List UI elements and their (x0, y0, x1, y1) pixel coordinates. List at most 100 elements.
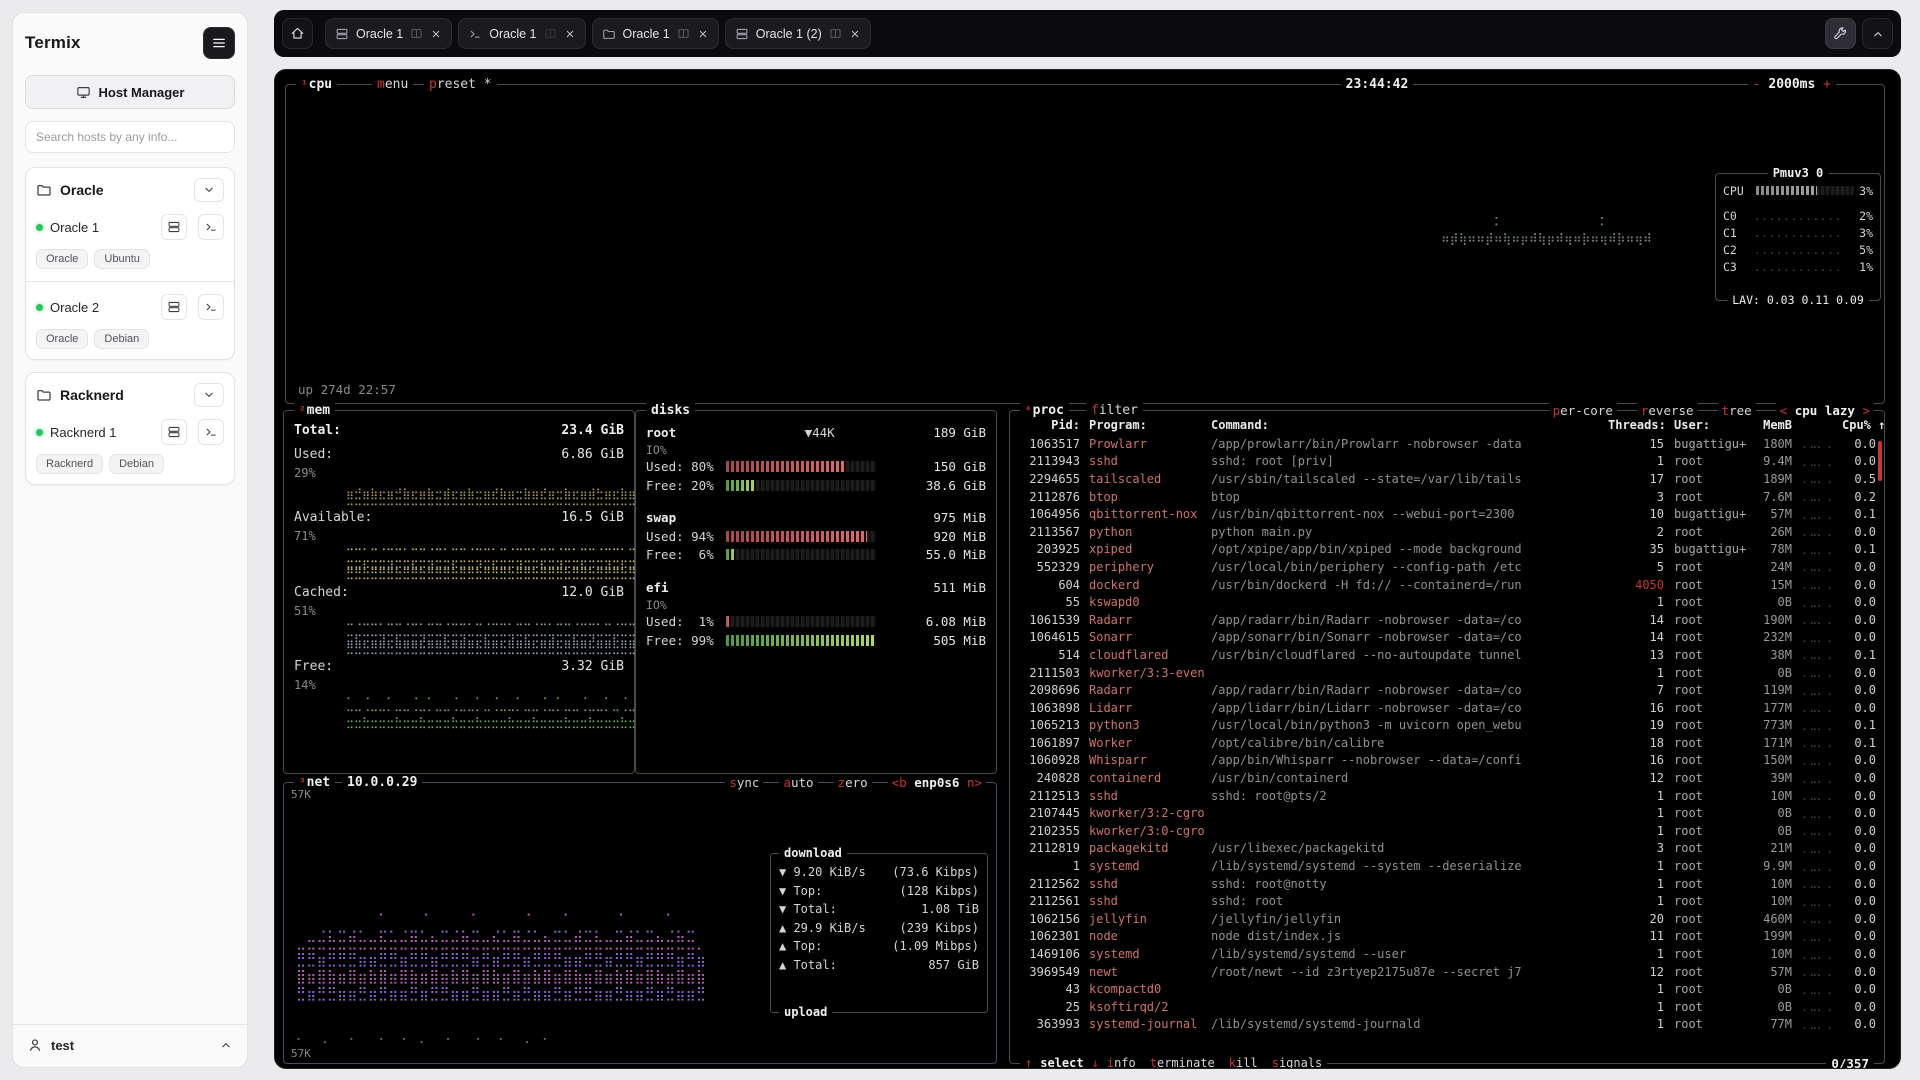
close-tab-icon[interactable] (849, 28, 861, 40)
process-row[interactable]: 552329 periphery /usr/local/bin/peripher… (1018, 558, 1876, 576)
open-server-stats-button[interactable] (161, 419, 187, 445)
process-row[interactable]: 2107445 kworker/3:2-cgro 1 root 0B ⡀⣀⡀⢀ … (1018, 804, 1876, 822)
folder-card-oracle: Oracle Oracle 1 Oracle Ubuntu (25, 167, 235, 360)
folder-collapse-button[interactable] (194, 178, 224, 202)
process-row[interactable]: 2112562 sshd sshd: root@notty 1 root 10M… (1018, 875, 1876, 893)
process-row[interactable]: 1062301 node node dist/index.js 11 root … (1018, 928, 1876, 946)
split-view-icon[interactable] (677, 27, 690, 40)
pmu-core-row: C3 ⡀⡀⡀⡀⡀⡀⡀⡀⡀⡀⡀⡀ 1% (1716, 258, 1880, 275)
cpu-panel: ¹cpu menu preset * 23:44:42 - 2000ms + ⠀… (285, 84, 1885, 404)
close-tab-icon[interactable] (430, 28, 442, 40)
open-terminal-button[interactable] (198, 214, 224, 240)
proc-scrollbar[interactable] (1878, 441, 1882, 481)
process-row[interactable]: 604 dockerd /usr/bin/dockerd -H fd:// --… (1018, 576, 1876, 594)
split-view-icon[interactable] (410, 27, 423, 40)
process-row[interactable]: 1064615 Sonarr /app/sonarr/bin/Sonarr -n… (1018, 629, 1876, 647)
net-sync-toggle[interactable]: sync (725, 774, 763, 791)
menu-button[interactable]: menu (372, 76, 413, 93)
network-panel: ³net 10.0.0.29 sync auto zero <b enp0s6 … (283, 782, 997, 1064)
process-row[interactable]: 2112819 packagekitd /usr/libexec/package… (1018, 840, 1876, 858)
monitor-icon (76, 85, 91, 100)
user-menu[interactable]: test (13, 1024, 247, 1057)
process-row[interactable]: 55 kswapd0 1 root 0B ⡀⣀⡀⢀ 0.0 (1018, 593, 1876, 611)
process-row[interactable]: 1061539 Radarr /app/radarr/bin/Radarr -n… (1018, 611, 1876, 629)
disk-used-meter (726, 531, 876, 542)
process-row[interactable]: 25 ksoftirqd/2 1 root 0B ⡀⣀⡀⢀ 0.0 (1018, 998, 1876, 1016)
preset-button[interactable]: preset * (424, 76, 497, 93)
tab-server-oracle-1-2[interactable]: Oracle 1 (2) (725, 18, 871, 49)
process-row[interactable]: 2113943 sshd sshd: root [priv] 1 root 9.… (1018, 453, 1876, 471)
process-row[interactable]: 1 systemd /lib/systemd/systemd --system … (1018, 857, 1876, 875)
process-row[interactable]: 2112513 sshd sshd: root@pts/2 1 root 10M… (1018, 787, 1876, 805)
pmu-title: Pmuv3 0 (1768, 165, 1829, 182)
clock: 23:44:42 (1341, 76, 1414, 93)
server-icon (335, 27, 349, 41)
online-status-dot (36, 429, 43, 436)
close-tab-icon[interactable] (564, 28, 576, 40)
host-name: Oracle 1 (50, 220, 154, 235)
process-row[interactable]: 2112561 sshd sshd: root 1 root 10M ⡀⣀⡀⢀ … (1018, 892, 1876, 910)
open-server-stats-button[interactable] (161, 214, 187, 240)
pmu-cpu-row: CPU 3% (1716, 182, 1880, 199)
processes-panel: ⁴proc filter per-corereversetree < cpu l… (1009, 410, 1885, 1064)
process-row[interactable]: 1060928 Whisparr /app/bin/Whisparr --nob… (1018, 752, 1876, 770)
process-row[interactable]: 1065213 python3 /usr/local/bin/python3 -… (1018, 717, 1876, 735)
folder-icon (36, 182, 52, 198)
folder-collapse-button[interactable] (194, 383, 224, 407)
sort-by-cpu-header[interactable]: Cpu% ↑ (1842, 418, 1876, 432)
search-input[interactable] (36, 130, 224, 144)
split-view-icon[interactable] (544, 27, 557, 40)
mem-free-section: Free:3.32 GiB 14% ⠂⠀⠐⠀⠀⠂⠀⠀⠐⠀⠂⠀⠀⠐⠀⠀⠂⠀⠐⠀⠀⠂… (294, 659, 624, 729)
host-name: Oracle 2 (50, 300, 154, 315)
process-row[interactable]: 2294655 tailscaled /usr/sbin/tailscaled … (1018, 470, 1876, 488)
collapse-topbar-button[interactable] (1862, 18, 1893, 49)
home-button[interactable] (282, 18, 313, 49)
mem-used-graph: ⣀⣠⣀⣄⣀⣀⣠⣄⣀⣀⣄⣀⣠⣀⣀⣄⣀⣀⣠⣄⣀⣀⣄⣀⣠⣀⣀⣄⣀⣀⣠⣄⣀⣀⣄⣀⣛⣒⣛⣛… (346, 482, 624, 505)
admin-tools-button[interactable] (1825, 18, 1856, 49)
process-row[interactable]: 1063517 Prowlarr /app/prowlarr/bin/Prowl… (1018, 435, 1876, 453)
tab-files-oracle-1[interactable]: Oracle 1 (592, 18, 719, 49)
process-row[interactable]: 43 kcompactd0 1 root 0B ⡀⣀⡀⢀ 0.0 (1018, 980, 1876, 998)
wrench-icon (1833, 26, 1848, 41)
net-stat-row: ▼ 9.20 KiB/s(73.6 Kibps) (779, 863, 979, 882)
net-toggles: sync auto zero <b enp0s6 n> (725, 774, 986, 791)
open-server-stats-button[interactable] (161, 294, 187, 320)
process-row[interactable]: 2111503 kworker/3:3-even 1 root 0B ⡀⣀⡀⢀ … (1018, 664, 1876, 682)
net-auto-toggle[interactable]: auto (779, 774, 817, 791)
proc-action[interactable]: terminate (1150, 1055, 1215, 1069)
net-zero-toggle[interactable]: zero (834, 774, 872, 791)
open-terminal-button[interactable] (198, 419, 224, 445)
process-row[interactable]: 1064956 qbittorrent-nox /usr/bin/qbittor… (1018, 505, 1876, 523)
process-row[interactable]: 203925 xpiped /opt/xpipe/app/bin/xpiped … (1018, 541, 1876, 559)
process-row[interactable]: 1061897 Worker /opt/calibre/bin/calibre … (1018, 734, 1876, 752)
process-row[interactable]: 3969549 newt /root/newt --id z3rtyep2175… (1018, 963, 1876, 981)
process-row[interactable]: 514 cloudflared /usr/bin/cloudflared --n… (1018, 646, 1876, 664)
proc-action[interactable]: kill (1229, 1055, 1258, 1069)
app: Termix Host Manager Oracle (0, 0, 1920, 1080)
close-tab-icon[interactable] (697, 28, 709, 40)
process-row[interactable]: 363993 systemd-journal /lib/systemd/syst… (1018, 1016, 1876, 1034)
tab-server-oracle-1[interactable]: Oracle 1 (325, 18, 452, 49)
sidebar-collapse-button[interactable] (203, 27, 235, 59)
process-row[interactable]: 2098696 Radarr /app/radarr/bin/Radarr -n… (1018, 681, 1876, 699)
server-icon (167, 220, 181, 234)
split-view-icon[interactable] (829, 27, 842, 40)
process-row[interactable]: 1063898 Lidarr /app/lidarr/bin/Lidarr -n… (1018, 699, 1876, 717)
app-title: Termix (25, 33, 81, 53)
terminal-view[interactable]: ¹cpu menu preset * 23:44:42 - 2000ms + ⠀… (274, 69, 1901, 1069)
process-row[interactable]: 240828 containerd /usr/bin/containerd 12… (1018, 769, 1876, 787)
process-row[interactable]: 2112876 btop btop 3 root 7.6M ⡀⣀⡀⢀ 0.2 (1018, 488, 1876, 506)
net-interface-selector[interactable]: <b enp0s6 n> (888, 774, 986, 791)
process-row[interactable]: 1062156 jellyfin /jellyfin/jellyfin 20 r… (1018, 910, 1876, 928)
proc-action[interactable]: info (1107, 1055, 1136, 1069)
process-row[interactable]: 1469106 systemd /lib/systemd/systemd --u… (1018, 945, 1876, 963)
process-row[interactable]: 2113567 python python main.py 2 root 26M… (1018, 523, 1876, 541)
process-row[interactable]: 2102355 kworker/3:0-cgro 1 root 0B ⡀⣀⡀⢀ … (1018, 822, 1876, 840)
update-interval[interactable]: - 2000ms + (1748, 76, 1836, 93)
proc-action[interactable]: signals (1272, 1055, 1323, 1069)
host-tag: Ubuntu (94, 249, 149, 269)
open-terminal-button[interactable] (198, 294, 224, 320)
host-manager-button[interactable]: Host Manager (25, 75, 235, 109)
download-upload-panel: download ▼ 9.20 KiB/s(73.6 Kibps) ▼ Top:… (770, 853, 988, 1013)
tab-terminal-oracle-1[interactable]: Oracle 1 (458, 18, 585, 49)
